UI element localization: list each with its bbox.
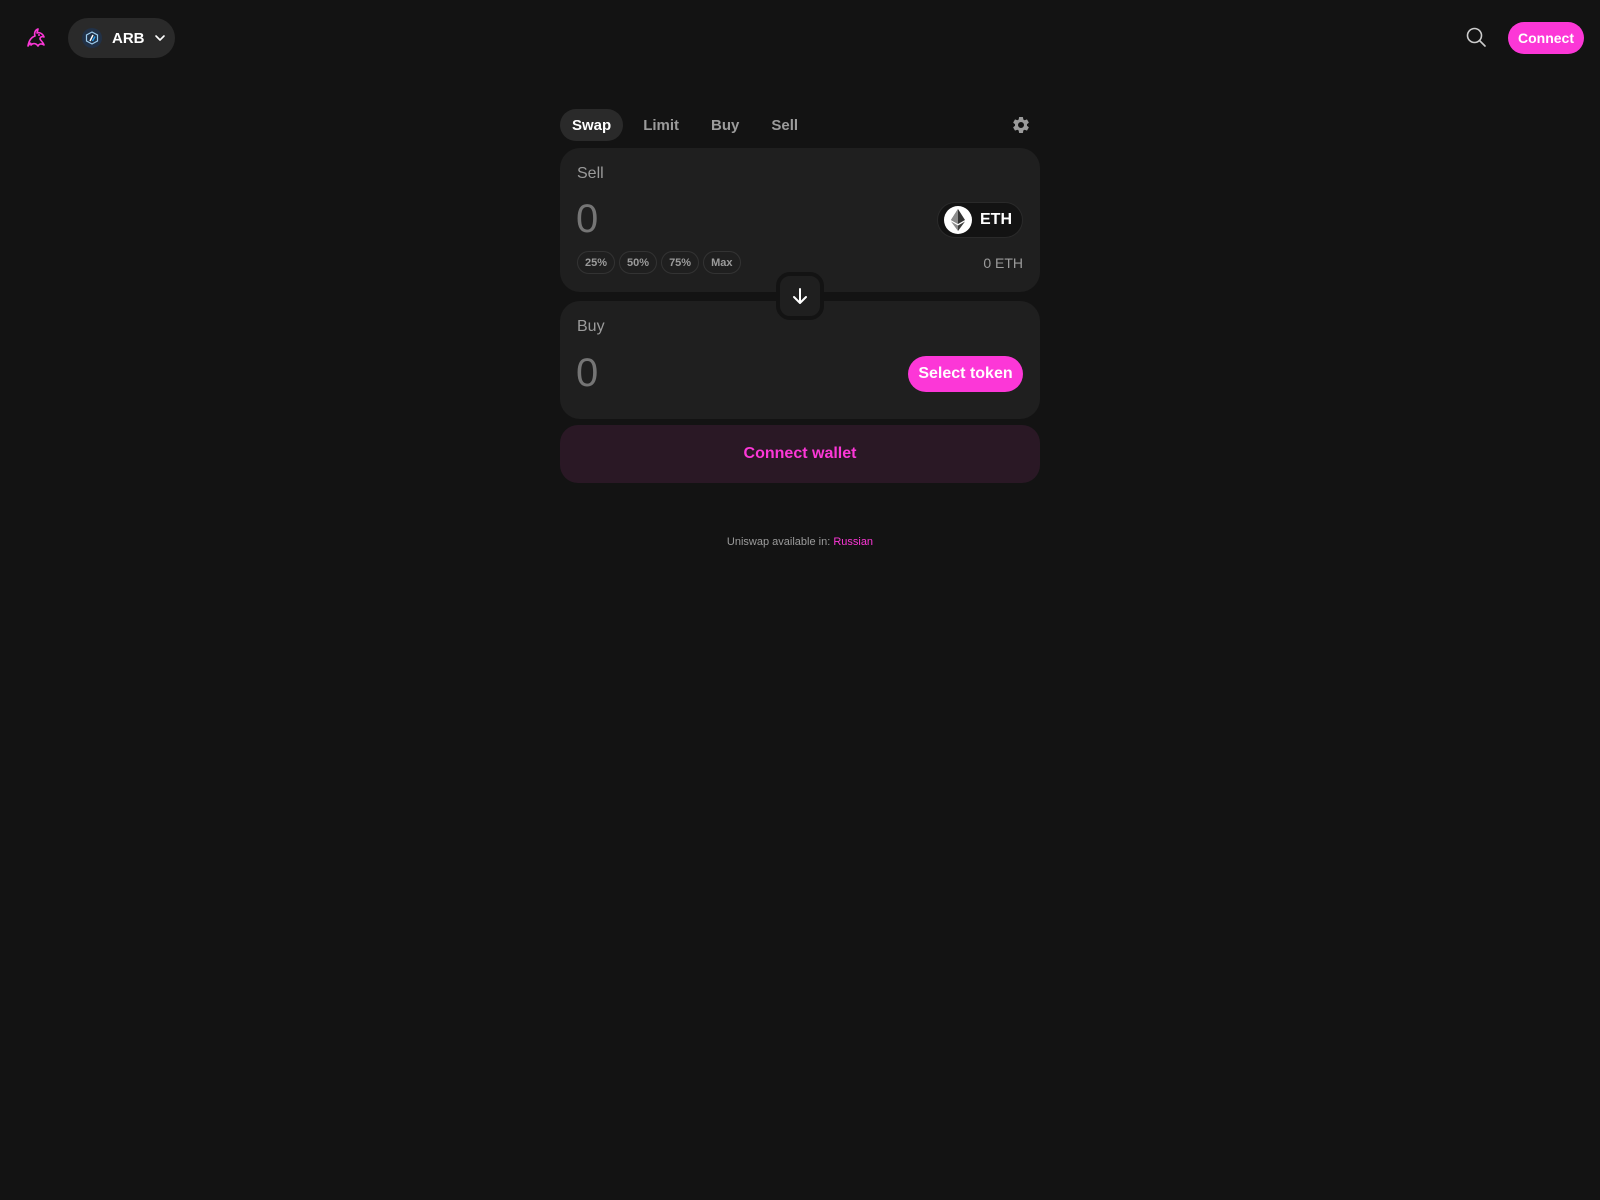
network-label: ARB <box>112 29 145 47</box>
tab-swap[interactable]: Swap <box>560 109 624 141</box>
buy-amount-input[interactable] <box>576 348 876 398</box>
ethereum-icon <box>944 206 972 234</box>
sell-token-selector[interactable]: ETH <box>937 202 1023 238</box>
arrow-down-icon <box>793 288 807 304</box>
arbitrum-icon <box>82 28 102 48</box>
top-navigation-bar: ARB Connect <box>0 0 1600 76</box>
sell-label: Sell <box>577 165 604 182</box>
sell-amount-input[interactable] <box>576 194 876 244</box>
switch-tokens-button[interactable] <box>776 272 824 320</box>
percent-buttons: 25% 50% 75% Max <box>577 251 741 274</box>
connect-wallet-button[interactable]: Connect wallet <box>560 425 1040 483</box>
language-link[interactable]: Russian <box>833 536 873 548</box>
sell-panel: Sell ETH 25% 50% 75% Max 0 ETH <box>560 148 1040 292</box>
swap-mode-tabs: Swap Limit Buy Sell <box>560 109 810 141</box>
language-note-text: Uniswap available in: <box>726 536 834 548</box>
search-icon[interactable] <box>1465 26 1487 48</box>
connect-button[interactable]: Connect <box>1508 22 1584 54</box>
tab-buy[interactable]: Buy <box>699 109 751 141</box>
sell-balance: 0 ETH <box>983 255 1023 271</box>
max-button[interactable]: Max <box>703 251 741 274</box>
gear-icon[interactable] <box>1011 115 1031 135</box>
uniswap-unicorn-icon[interactable] <box>24 26 48 50</box>
language-note: Uniswap available in: Russian <box>0 536 1600 548</box>
percent-75-button[interactable]: 75% <box>661 251 700 274</box>
tab-sell[interactable]: Sell <box>759 109 810 141</box>
select-token-button[interactable]: Select token <box>908 356 1023 392</box>
buy-label: Buy <box>577 318 605 335</box>
tab-limit[interactable]: Limit <box>631 109 691 141</box>
percent-50-button[interactable]: 50% <box>619 251 658 274</box>
percent-25-button[interactable]: 25% <box>577 251 616 274</box>
chevron-down-icon <box>154 35 165 41</box>
network-selector[interactable]: ARB <box>68 18 175 58</box>
sell-token-symbol: ETH <box>980 211 1012 228</box>
